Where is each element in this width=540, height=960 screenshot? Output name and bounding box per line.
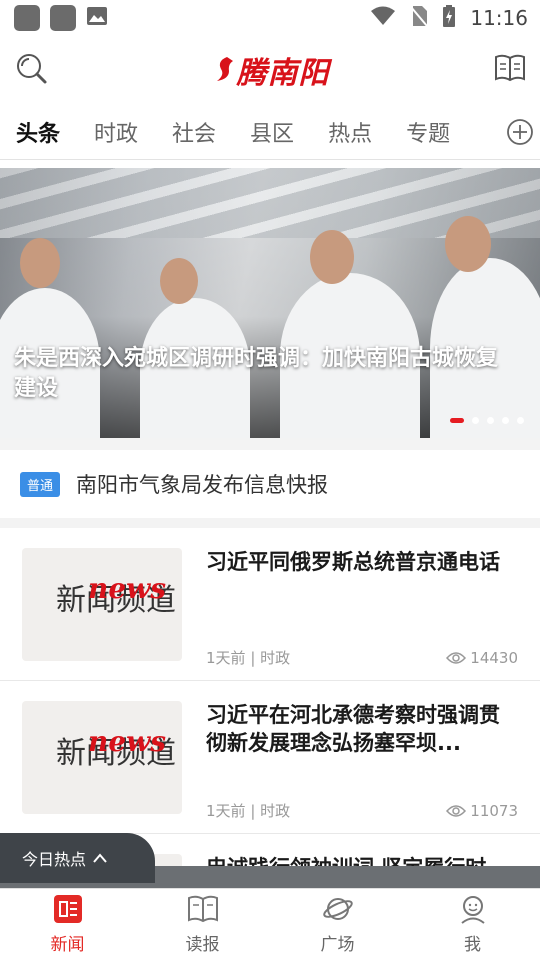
nav-me-label: 我 [464, 935, 481, 955]
hero-banner[interactable]: 朱是西深入宛城区调研时强调：加快南阳古城恢复建设 [0, 168, 540, 438]
nav-news[interactable]: 新闻 [0, 889, 135, 960]
planet-icon [322, 898, 353, 920]
news-icon [53, 895, 82, 923]
hero-figure [160, 258, 198, 304]
meta-separator: | [245, 801, 261, 820]
hero-title: 朱是西深入宛城区调研时强调：加快南阳古城恢复建设 [14, 346, 499, 401]
nav-plaza-label: 广场 [320, 935, 355, 955]
carousel-dot [517, 417, 524, 424]
meta-separator: | [245, 648, 261, 667]
eye-icon [446, 804, 467, 817]
wifi-icon [370, 6, 396, 30]
app-notification-icon [50, 5, 76, 31]
carousel-dot [450, 418, 464, 423]
nav-newspaper-label: 读报 [185, 935, 220, 955]
tab-society[interactable]: 社会 [172, 116, 216, 148]
image-icon [86, 6, 108, 30]
category-tabs: 头条 时政 社会 县区 热点 专题 [0, 104, 540, 160]
logo-text: 腾南阳 [236, 56, 330, 91]
today-hot-button[interactable]: 今日热点 [0, 833, 155, 883]
view-count: 11073 [446, 802, 518, 820]
carousel-dot [502, 417, 509, 424]
status-time: 11:16 [470, 6, 528, 30]
battery-charging-icon [442, 5, 456, 31]
today-hot-label: 今日热点 [22, 850, 87, 869]
news-list-item[interactable]: 新闻频道 news 习近平同俄罗斯总统普京通电话 1天前 | 时政 14430 [0, 528, 540, 681]
book-icon[interactable] [494, 53, 526, 87]
news-time: 1天前 [206, 802, 246, 820]
app-notification-icon [14, 5, 40, 31]
news-title: 习近平在河北承德考察时强调贯彻新发展理念弘扬塞罕坝... [206, 703, 500, 755]
thumb-news-text: news [88, 572, 166, 605]
carousel-dot [487, 417, 494, 424]
news-thumbnail: 新闻频道 news [22, 548, 182, 661]
eye-icon [446, 651, 467, 664]
notice-badge: 普通 [20, 471, 61, 497]
hero-figure [310, 230, 354, 284]
carousel-indicator [450, 417, 524, 424]
tab-politics[interactable]: 时政 [94, 116, 138, 148]
news-thumbnail: 新闻频道 news [22, 701, 182, 814]
dragon-logo-icon [216, 57, 233, 81]
search-icon[interactable] [14, 51, 48, 89]
view-count-value: 11073 [470, 801, 518, 820]
app-bar: 腾南阳 [0, 36, 540, 104]
nav-plaza[interactable]: 广场 [270, 889, 405, 960]
hero-figure [445, 216, 491, 272]
tab-county[interactable]: 县区 [250, 116, 294, 148]
chevron-up-icon [93, 853, 107, 863]
nav-newspaper[interactable]: 读报 [135, 889, 270, 960]
no-sim-icon [410, 5, 429, 31]
news-category: 时政 [260, 649, 291, 667]
app-logo: 腾南阳 [213, 48, 330, 92]
news-category: 时政 [260, 802, 291, 820]
section-divider [0, 518, 540, 528]
status-bar: 11:16 [0, 0, 540, 36]
news-title: 习近平同俄罗斯总统普京通电话 [206, 550, 500, 574]
tab-special[interactable]: 专题 [406, 116, 450, 148]
notice-text: 南阳市气象局发布信息快报 [76, 473, 329, 497]
view-count: 14430 [446, 649, 518, 667]
carousel-dot [472, 417, 479, 424]
tab-hot[interactable]: 热点 [328, 116, 372, 148]
news-time: 1天前 [206, 649, 246, 667]
tab-headlines[interactable]: 头条 [16, 116, 60, 148]
section-divider [0, 438, 540, 450]
bottom-navigation: 新闻 读报 广场 我 [0, 888, 540, 960]
thumb-news-text: news [88, 725, 166, 758]
add-tab-icon[interactable] [506, 118, 534, 146]
profile-icon [460, 896, 485, 924]
nav-news-label: 新闻 [50, 935, 85, 955]
view-count-value: 14430 [470, 648, 518, 667]
nav-me[interactable]: 我 [405, 889, 540, 960]
hero-figure [20, 238, 60, 288]
news-list-item[interactable]: 新闻频道 news 习近平在河北承德考察时强调贯彻新发展理念弘扬塞罕坝... 1… [0, 681, 540, 834]
notice-row[interactable]: 普通 南阳市气象局发布信息快报 [0, 450, 540, 518]
newspaper-icon [187, 895, 218, 923]
